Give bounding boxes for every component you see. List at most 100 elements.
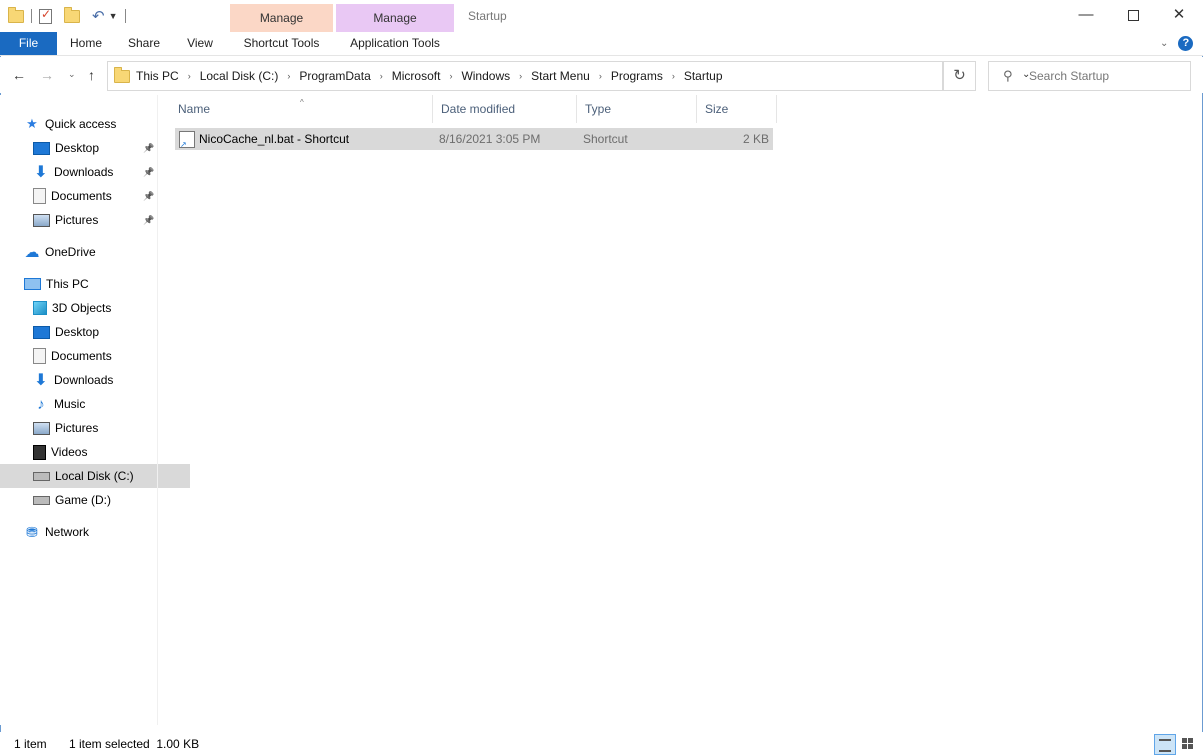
large-icons-view-icon xyxy=(1182,738,1193,749)
breadcrumb-item[interactable]: ProgramData xyxy=(299,69,370,83)
document-icon xyxy=(33,188,46,204)
sidebar-item-pictures[interactable]: Pictures xyxy=(0,416,190,440)
recent-locations-chevron-icon[interactable]: ⌄ xyxy=(68,69,76,80)
sidebar-item-3d-objects[interactable]: 3D Objects xyxy=(0,296,190,320)
sidebar-item-label: Desktop xyxy=(55,141,100,155)
column-header-type[interactable]: Type xyxy=(577,95,697,123)
search-placeholder: Search Startup xyxy=(1029,69,1110,83)
sidebar-item-label: Desktop xyxy=(55,325,100,339)
large-icons-view-button[interactable] xyxy=(1178,734,1198,753)
window-title: Startup xyxy=(468,9,507,23)
back-button[interactable]: ← xyxy=(12,67,26,83)
breadcrumb-item[interactable]: Start Menu xyxy=(531,69,590,83)
sidebar-item-pictures[interactable]: Pictures 📌 xyxy=(0,208,190,232)
drive-icon xyxy=(33,471,50,481)
sidebar-item-local-disk-c[interactable]: Local Disk (C:) xyxy=(0,464,190,488)
customize-toolbar-chevron-icon[interactable]: ▼ xyxy=(109,11,118,21)
computer-icon xyxy=(24,278,41,290)
new-folder-icon[interactable] xyxy=(64,6,80,23)
sidebar-item-music[interactable]: ♪ Music xyxy=(0,392,190,416)
pin-icon[interactable]: 📌 xyxy=(143,143,154,154)
navigation-pane-divider[interactable] xyxy=(157,95,158,725)
sidebar-item-onedrive[interactable]: ☁ OneDrive xyxy=(0,240,181,264)
chevron-right-icon[interactable]: › xyxy=(519,71,522,81)
tab-home[interactable]: Home xyxy=(62,32,110,55)
search-input[interactable]: ⚲ Search Startup xyxy=(988,61,1191,91)
sidebar-item-label: Videos xyxy=(51,445,88,459)
sidebar-item-label: This PC xyxy=(46,277,89,291)
sidebar-item-videos[interactable]: Videos xyxy=(0,440,190,464)
sidebar-item-label: Documents xyxy=(51,189,112,203)
breadcrumb-item[interactable]: This PC xyxy=(136,69,179,83)
breadcrumb-item[interactable]: Programs xyxy=(611,69,663,83)
sidebar-item-network[interactable]: ⛃ Network xyxy=(0,520,181,544)
sidebar-item-label: Network xyxy=(45,525,90,539)
chevron-right-icon[interactable]: › xyxy=(672,71,675,81)
sidebar-item-desktop[interactable]: Desktop xyxy=(0,320,190,344)
item-count: 1 item xyxy=(14,737,47,751)
folder-icon xyxy=(8,6,24,23)
sidebar-item-downloads[interactable]: ⬇ Downloads 📌 xyxy=(0,160,190,184)
search-icon: ⚲ xyxy=(1003,68,1013,83)
file-date-modified: 8/16/2021 3:05 PM xyxy=(439,132,541,146)
tab-application-tools[interactable]: Application Tools xyxy=(336,32,454,55)
chevron-right-icon[interactable]: › xyxy=(188,71,191,81)
up-button[interactable]: ↑ xyxy=(88,67,95,83)
navigation-pane: ★ Quick access Desktop 📌 ⬇ Downloads 📌 Document… xyxy=(0,95,190,725)
sidebar-item-quick-access[interactable]: ★ Quick access xyxy=(0,112,181,136)
breadcrumb-item[interactable]: Microsoft xyxy=(392,69,441,83)
refresh-button[interactable]: ↻ xyxy=(943,61,976,91)
sidebar-item-label: Local Disk (C:) xyxy=(55,469,134,483)
chevron-right-icon[interactable]: › xyxy=(449,71,452,81)
sidebar-item-documents[interactable]: Documents xyxy=(0,344,190,368)
chevron-right-icon[interactable]: › xyxy=(599,71,602,81)
ribbon-controls: ⌄ ? xyxy=(1160,36,1194,51)
chevron-right-icon[interactable]: › xyxy=(380,71,383,81)
sidebar-item-label: Music xyxy=(54,397,86,411)
breadcrumb-item[interactable]: Local Disk (C:) xyxy=(200,69,279,83)
column-header-date-modified[interactable]: Date modified xyxy=(433,95,577,123)
tab-shortcut-tools[interactable]: Shortcut Tools xyxy=(230,32,333,55)
details-view-icon xyxy=(1159,739,1171,752)
address-bar[interactable]: This PC › Local Disk (C:) › ProgramData › Micr… xyxy=(107,61,1030,91)
expand-ribbon-chevron-icon[interactable]: ⌄ xyxy=(1160,38,1168,49)
ribbon-tabs: File Home Share View Shortcut Tools Appl… xyxy=(0,32,1203,56)
help-icon[interactable]: ? xyxy=(1178,36,1194,51)
breadcrumb-item[interactable]: Startup xyxy=(684,69,723,83)
file-name: NicoCache_nl.bat - Shortcut xyxy=(199,132,350,146)
sidebar-item-desktop[interactable]: Desktop 📌 xyxy=(0,136,190,160)
quick-access-toolbar: ↶ ▼ xyxy=(8,6,129,26)
cube-icon xyxy=(33,301,47,315)
close-button[interactable]: ✕ xyxy=(1156,0,1202,32)
pin-icon[interactable]: 📌 xyxy=(143,167,154,178)
tab-view[interactable]: View xyxy=(178,32,222,55)
properties-icon[interactable] xyxy=(39,7,52,24)
table-row[interactable]: NicoCache_nl.bat - Shortcut 8/16/2021 3:… xyxy=(175,128,773,150)
pin-icon[interactable]: 📌 xyxy=(143,215,154,226)
sidebar-item-this-pc[interactable]: This PC xyxy=(0,272,181,296)
details-view-button[interactable] xyxy=(1154,734,1176,755)
sidebar-item-game-d[interactable]: Game (D:) xyxy=(0,488,190,512)
tab-file[interactable]: File xyxy=(0,32,57,55)
sidebar-item-label: 3D Objects xyxy=(52,301,112,315)
column-header-size[interactable]: Size xyxy=(697,95,777,123)
drive-icon xyxy=(33,495,50,505)
sidebar-item-downloads[interactable]: ⬇ Downloads xyxy=(0,368,190,392)
video-icon xyxy=(33,444,46,460)
column-header-name[interactable]: ^ Name xyxy=(170,95,433,123)
breadcrumb-item[interactable]: Windows xyxy=(461,69,510,83)
navigation-bar: ← → ⌄ ↑ This PC › Local Disk (C:) › ProgramD… xyxy=(0,57,1203,93)
document-icon xyxy=(33,348,46,364)
tab-share[interactable]: Share xyxy=(120,32,168,55)
sidebar-item-documents[interactable]: Documents 📌 xyxy=(0,184,190,208)
forward-button[interactable]: → xyxy=(40,67,54,83)
star-icon: ★ xyxy=(26,116,38,131)
desktop-icon xyxy=(33,141,50,155)
minimize-button[interactable]: — xyxy=(1063,0,1109,32)
pin-icon[interactable]: 📌 xyxy=(143,191,154,202)
undo-icon[interactable]: ↶ xyxy=(92,9,105,24)
chevron-right-icon[interactable]: › xyxy=(287,71,290,81)
sidebar-item-label: Pictures xyxy=(55,213,99,227)
maximize-button[interactable] xyxy=(1110,0,1156,32)
title-bar: ↶ ▼ Manage Manage Startup — ✕ xyxy=(0,0,1203,32)
